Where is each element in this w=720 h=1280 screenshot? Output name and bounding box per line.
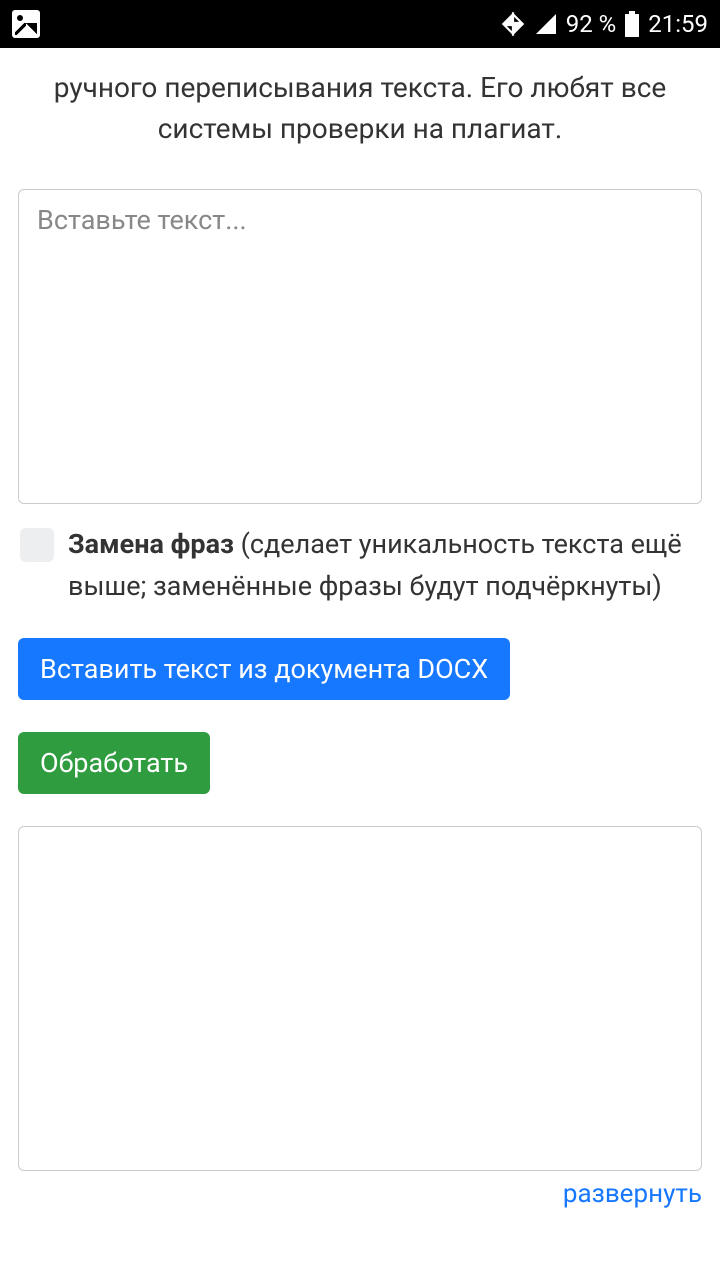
- signal-icon: [534, 12, 558, 36]
- picture-icon: [12, 10, 40, 38]
- intro-text: ручного переписывания текста. Его любят …: [18, 48, 702, 189]
- replace-phrases-checkbox[interactable]: [20, 528, 54, 562]
- output-textarea[interactable]: [18, 826, 702, 1171]
- status-time: 21:59: [648, 10, 708, 38]
- replace-phrases-row[interactable]: Замена фраз (сделает уникальность текста…: [18, 524, 702, 608]
- status-right: 92 % 21:59: [500, 10, 708, 38]
- replace-phrases-label: Замена фраз (сделает уникальность текста…: [68, 524, 700, 608]
- wifi-icon: [500, 11, 526, 37]
- battery-icon: [624, 11, 640, 37]
- expand-link[interactable]: развернуть: [18, 1179, 702, 1209]
- main-content: ручного переписывания текста. Его любят …: [0, 48, 720, 1209]
- status-left: [12, 10, 40, 38]
- process-button[interactable]: Обработать: [18, 732, 210, 794]
- status-bar: 92 % 21:59: [0, 0, 720, 48]
- replace-phrases-label-bold: Замена фраз: [68, 528, 234, 560]
- battery-percent: 92 %: [566, 10, 617, 38]
- input-textarea[interactable]: [18, 189, 702, 504]
- insert-docx-button[interactable]: Вставить текст из документа DOCX: [18, 638, 510, 700]
